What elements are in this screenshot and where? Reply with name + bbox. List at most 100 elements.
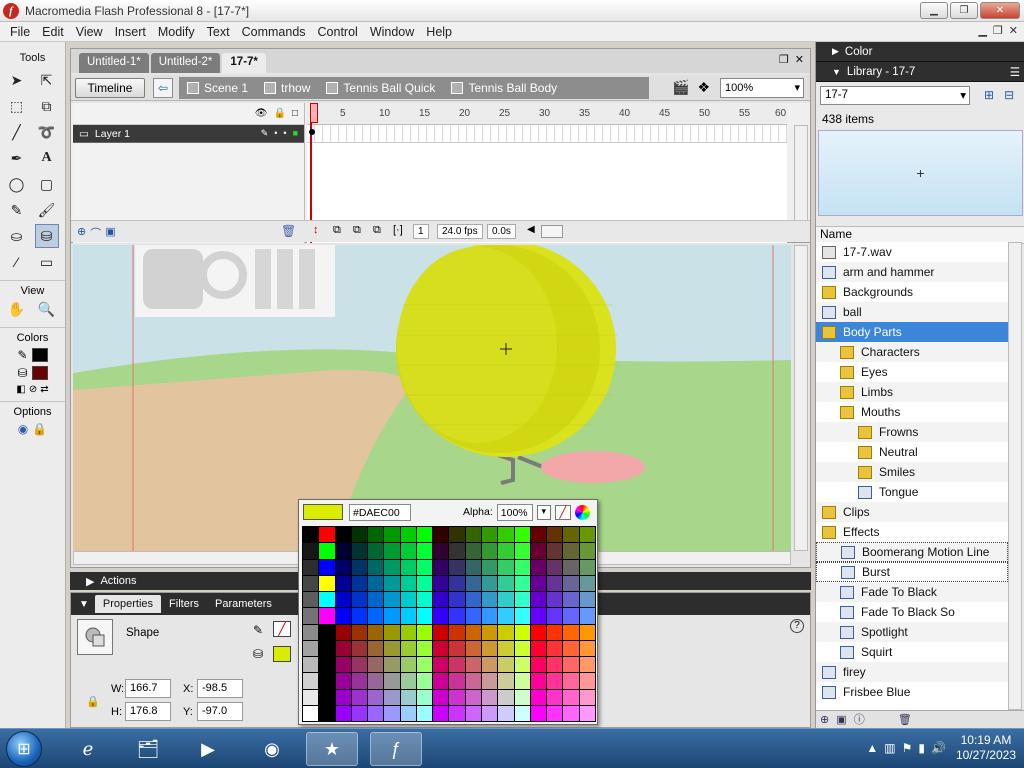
center-frame-icon[interactable]: ↕ bbox=[313, 224, 319, 236]
height-field[interactable]: 176.8 bbox=[125, 702, 171, 721]
color-swatch[interactable] bbox=[433, 657, 449, 673]
color-swatch[interactable] bbox=[482, 592, 498, 608]
color-swatch[interactable] bbox=[384, 608, 400, 624]
picker-hex-field[interactable]: #DAEC00 bbox=[349, 503, 411, 521]
color-swatch[interactable] bbox=[416, 657, 433, 673]
breadcrumb-scene[interactable]: Scene 1 bbox=[187, 81, 248, 95]
color-swatch[interactable] bbox=[368, 657, 384, 673]
library-panel-header[interactable]: ▼ Library - 17-7 ☰ bbox=[816, 62, 1024, 82]
onion-skin-icon[interactable]: ⧉ bbox=[333, 224, 341, 237]
color-swatch[interactable] bbox=[351, 689, 368, 705]
color-swatch[interactable] bbox=[498, 673, 514, 689]
tab-untitled-2[interactable]: Untitled-2* bbox=[150, 53, 221, 73]
eyedropper-tool-icon[interactable]: ⁄ bbox=[5, 250, 29, 274]
rectangle-tool-icon[interactable]: ▢ bbox=[35, 172, 59, 196]
color-swatch[interactable] bbox=[351, 705, 368, 721]
collapse-arrow-icon[interactable]: ▼ bbox=[79, 599, 89, 610]
color-swatch[interactable] bbox=[335, 592, 351, 608]
color-swatch[interactable] bbox=[416, 527, 433, 543]
file-explorer-icon[interactable]: 🗂 bbox=[122, 732, 174, 766]
onion-outline-icon[interactable]: ⧉ bbox=[353, 224, 361, 237]
color-swatch[interactable] bbox=[449, 640, 465, 656]
color-swatch[interactable] bbox=[498, 575, 514, 591]
list-item[interactable]: Clips bbox=[816, 502, 1008, 522]
color-swatch[interactable] bbox=[433, 575, 449, 591]
color-swatch[interactable] bbox=[579, 608, 595, 624]
flash-taskbar-icon[interactable]: ƒ bbox=[370, 732, 422, 766]
arrow-tool-icon[interactable]: ➤ bbox=[5, 68, 29, 92]
new-folder-icon[interactable]: ▣ bbox=[836, 714, 846, 726]
color-swatch[interactable] bbox=[498, 527, 514, 543]
color-swatch[interactable] bbox=[433, 689, 449, 705]
timeline-scrollbar[interactable] bbox=[794, 125, 808, 221]
back-arrow-icon[interactable]: ⇦ bbox=[153, 77, 173, 98]
zoom-select[interactable]: 100% bbox=[720, 78, 804, 98]
zoom-tool-icon[interactable]: 🔍 bbox=[35, 297, 59, 321]
dot-icon[interactable]: • bbox=[283, 128, 286, 139]
color-swatch[interactable] bbox=[319, 673, 335, 689]
color-swatch[interactable] bbox=[482, 657, 498, 673]
color-swatch[interactable] bbox=[498, 689, 514, 705]
color-swatch[interactable] bbox=[465, 705, 482, 721]
color-swatch[interactable] bbox=[514, 575, 530, 591]
color-swatch[interactable] bbox=[547, 527, 563, 543]
color-swatch[interactable] bbox=[319, 705, 335, 721]
color-swatch[interactable] bbox=[351, 559, 368, 575]
color-swatch[interactable] bbox=[530, 559, 547, 575]
color-swatch[interactable] bbox=[498, 608, 514, 624]
color-swatch[interactable] bbox=[514, 527, 530, 543]
color-swatch[interactable] bbox=[547, 657, 563, 673]
color-swatch[interactable] bbox=[579, 705, 595, 721]
menu-modify[interactable]: Modify bbox=[152, 25, 201, 39]
delete-layer-icon[interactable]: 🗑 bbox=[281, 224, 296, 238]
stroke-swatch-none-icon[interactable]: ╱ bbox=[273, 621, 291, 637]
color-swatch[interactable] bbox=[335, 705, 351, 721]
color-swatch[interactable] bbox=[465, 575, 482, 591]
color-swatch[interactable] bbox=[433, 559, 449, 575]
maximize-button[interactable]: ❐ bbox=[950, 2, 978, 19]
color-swatch[interactable] bbox=[400, 575, 416, 591]
color-swatch[interactable] bbox=[547, 575, 563, 591]
add-guide-icon[interactable]: ⌒ bbox=[90, 225, 101, 241]
color-swatch[interactable] bbox=[547, 592, 563, 608]
restore-icon[interactable]: ❐ bbox=[779, 53, 789, 66]
color-swatch[interactable] bbox=[368, 689, 384, 705]
menu-window[interactable]: Window bbox=[364, 25, 420, 39]
color-swatch[interactable] bbox=[482, 689, 498, 705]
internet-explorer-icon[interactable]: ℯ bbox=[62, 732, 114, 766]
color-swatch[interactable] bbox=[563, 608, 579, 624]
tab-untitled-1[interactable]: Untitled-1* bbox=[79, 53, 149, 73]
eraser-tool-icon[interactable]: ▭ bbox=[35, 250, 59, 274]
color-swatch[interactable] bbox=[319, 559, 335, 575]
color-swatch[interactable] bbox=[400, 673, 416, 689]
list-item[interactable]: Smiles bbox=[816, 462, 1008, 482]
color-swatch[interactable] bbox=[530, 657, 547, 673]
color-swatch[interactable] bbox=[368, 575, 384, 591]
timeline-h-thumb[interactable] bbox=[541, 225, 563, 238]
close-button[interactable]: ✕ bbox=[980, 2, 1020, 19]
start-button[interactable]: ⊞ bbox=[6, 731, 42, 767]
close-icon[interactable]: ✕ bbox=[795, 53, 804, 66]
color-swatch[interactable] bbox=[482, 705, 498, 721]
subselect-tool-icon[interactable]: ⇱ bbox=[35, 68, 59, 92]
color-swatch[interactable] bbox=[400, 543, 416, 559]
color-swatch[interactable] bbox=[530, 592, 547, 608]
color-swatch[interactable] bbox=[351, 657, 368, 673]
color-swatch[interactable] bbox=[482, 527, 498, 543]
breadcrumb-trhow[interactable]: trhow bbox=[264, 81, 310, 95]
paint-bucket-tool-icon[interactable]: ⛁ bbox=[34, 224, 59, 248]
color-swatch[interactable] bbox=[368, 527, 384, 543]
list-item[interactable]: Boomerang Motion Line bbox=[816, 542, 1008, 562]
width-field[interactable]: 166.7 bbox=[125, 679, 171, 698]
color-swatch[interactable] bbox=[514, 543, 530, 559]
color-swatch[interactable] bbox=[368, 559, 384, 575]
list-item[interactable]: Squirt bbox=[816, 642, 1008, 662]
list-item[interactable]: Eyes bbox=[816, 362, 1008, 382]
color-swatch[interactable] bbox=[303, 624, 319, 640]
color-swatch[interactable] bbox=[498, 559, 514, 575]
color-swatch[interactable] bbox=[449, 689, 465, 705]
color-swatch[interactable] bbox=[384, 592, 400, 608]
color-swatch[interactable] bbox=[547, 559, 563, 575]
color-swatch[interactable] bbox=[482, 608, 498, 624]
proportion-lock-icon[interactable]: 🔒 bbox=[86, 695, 100, 708]
